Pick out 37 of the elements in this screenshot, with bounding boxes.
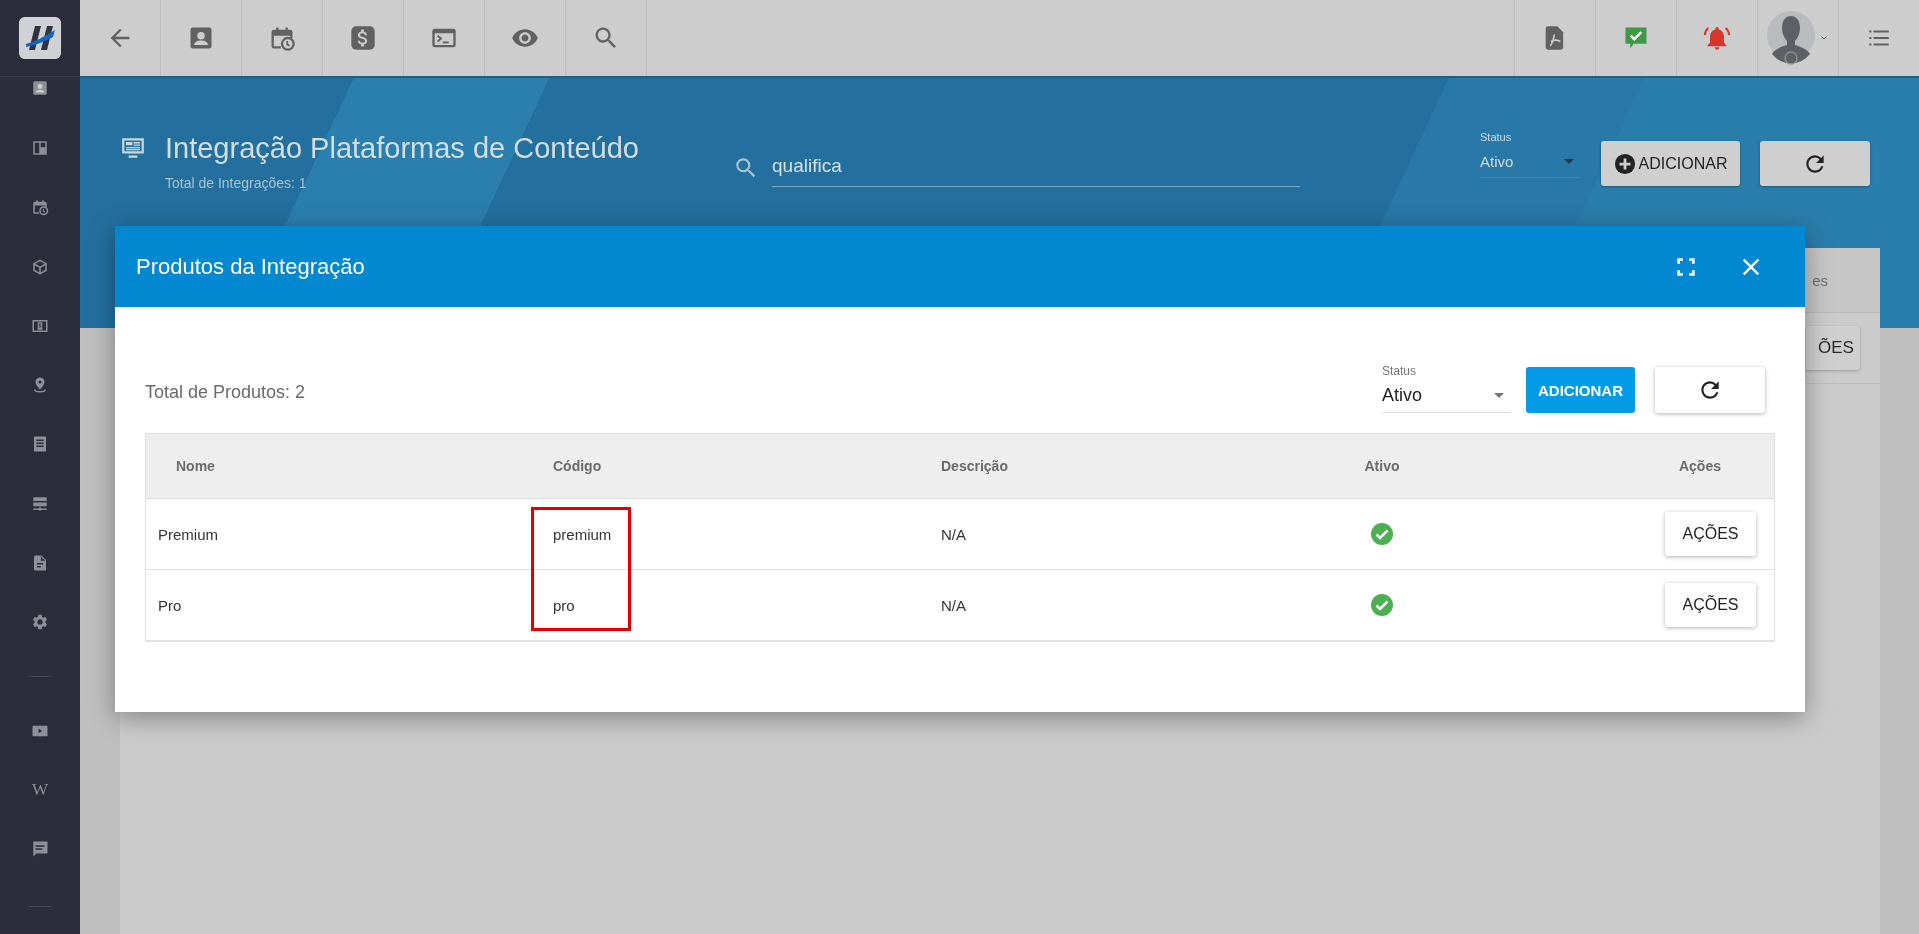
status-label: Status: [1382, 364, 1417, 378]
actions-button[interactable]: AÇÕES: [1665, 512, 1756, 556]
contact-card-icon[interactable]: [31, 79, 49, 97]
product-count: Total de Produtos: 2: [145, 380, 307, 403]
column-header: Ações: [1678, 458, 1721, 474]
table-cell-text: N/A: [940, 596, 967, 614]
monitor-icon: [120, 135, 146, 161]
plus-icon: [1613, 152, 1636, 175]
search-field[interactable]: qualifica: [772, 148, 1300, 187]
column-header: Código: [553, 458, 602, 474]
table-cell-text: pro: [552, 596, 576, 614]
board-icon[interactable]: [31, 139, 49, 158]
column-header: Ativo: [1364, 458, 1400, 474]
column-header: Descrição: [941, 458, 1008, 474]
status-label: Status: [1480, 130, 1512, 144]
wiki-icon[interactable]: W: [31, 781, 48, 799]
logo-icon[interactable]: [19, 17, 61, 59]
table-cell-text: premium: [552, 525, 613, 543]
table-cell-text: N/A: [940, 525, 967, 543]
caret-icon: [1564, 159, 1574, 164]
column-header: es: [1812, 271, 1828, 289]
avatar-icon[interactable]: [1766, 10, 1816, 66]
modal-title: Produtos da Integração: [136, 253, 366, 280]
table-cell-text: Premium: [157, 525, 219, 543]
add-button[interactable]: ADICIONAR: [1601, 141, 1740, 186]
dollar-icon[interactable]: [349, 24, 377, 52]
actions-button[interactable]: AÇÕES: [1665, 583, 1756, 627]
status-select[interactable]: Ativo: [1382, 379, 1510, 413]
bell-icon[interactable]: [1703, 24, 1731, 52]
caret-icon: [1494, 393, 1504, 398]
refresh-button[interactable]: [1760, 141, 1870, 186]
table-cell-text: Pro: [157, 596, 183, 614]
page-title: Integração Plataformas de Conteúdo: [165, 131, 639, 166]
column-header: Nome: [176, 458, 215, 474]
integration-count: Total de Integrações: 1: [165, 175, 307, 191]
actions-button[interactable]: ÕES: [1806, 326, 1860, 370]
refresh-button[interactable]: [1655, 367, 1765, 413]
